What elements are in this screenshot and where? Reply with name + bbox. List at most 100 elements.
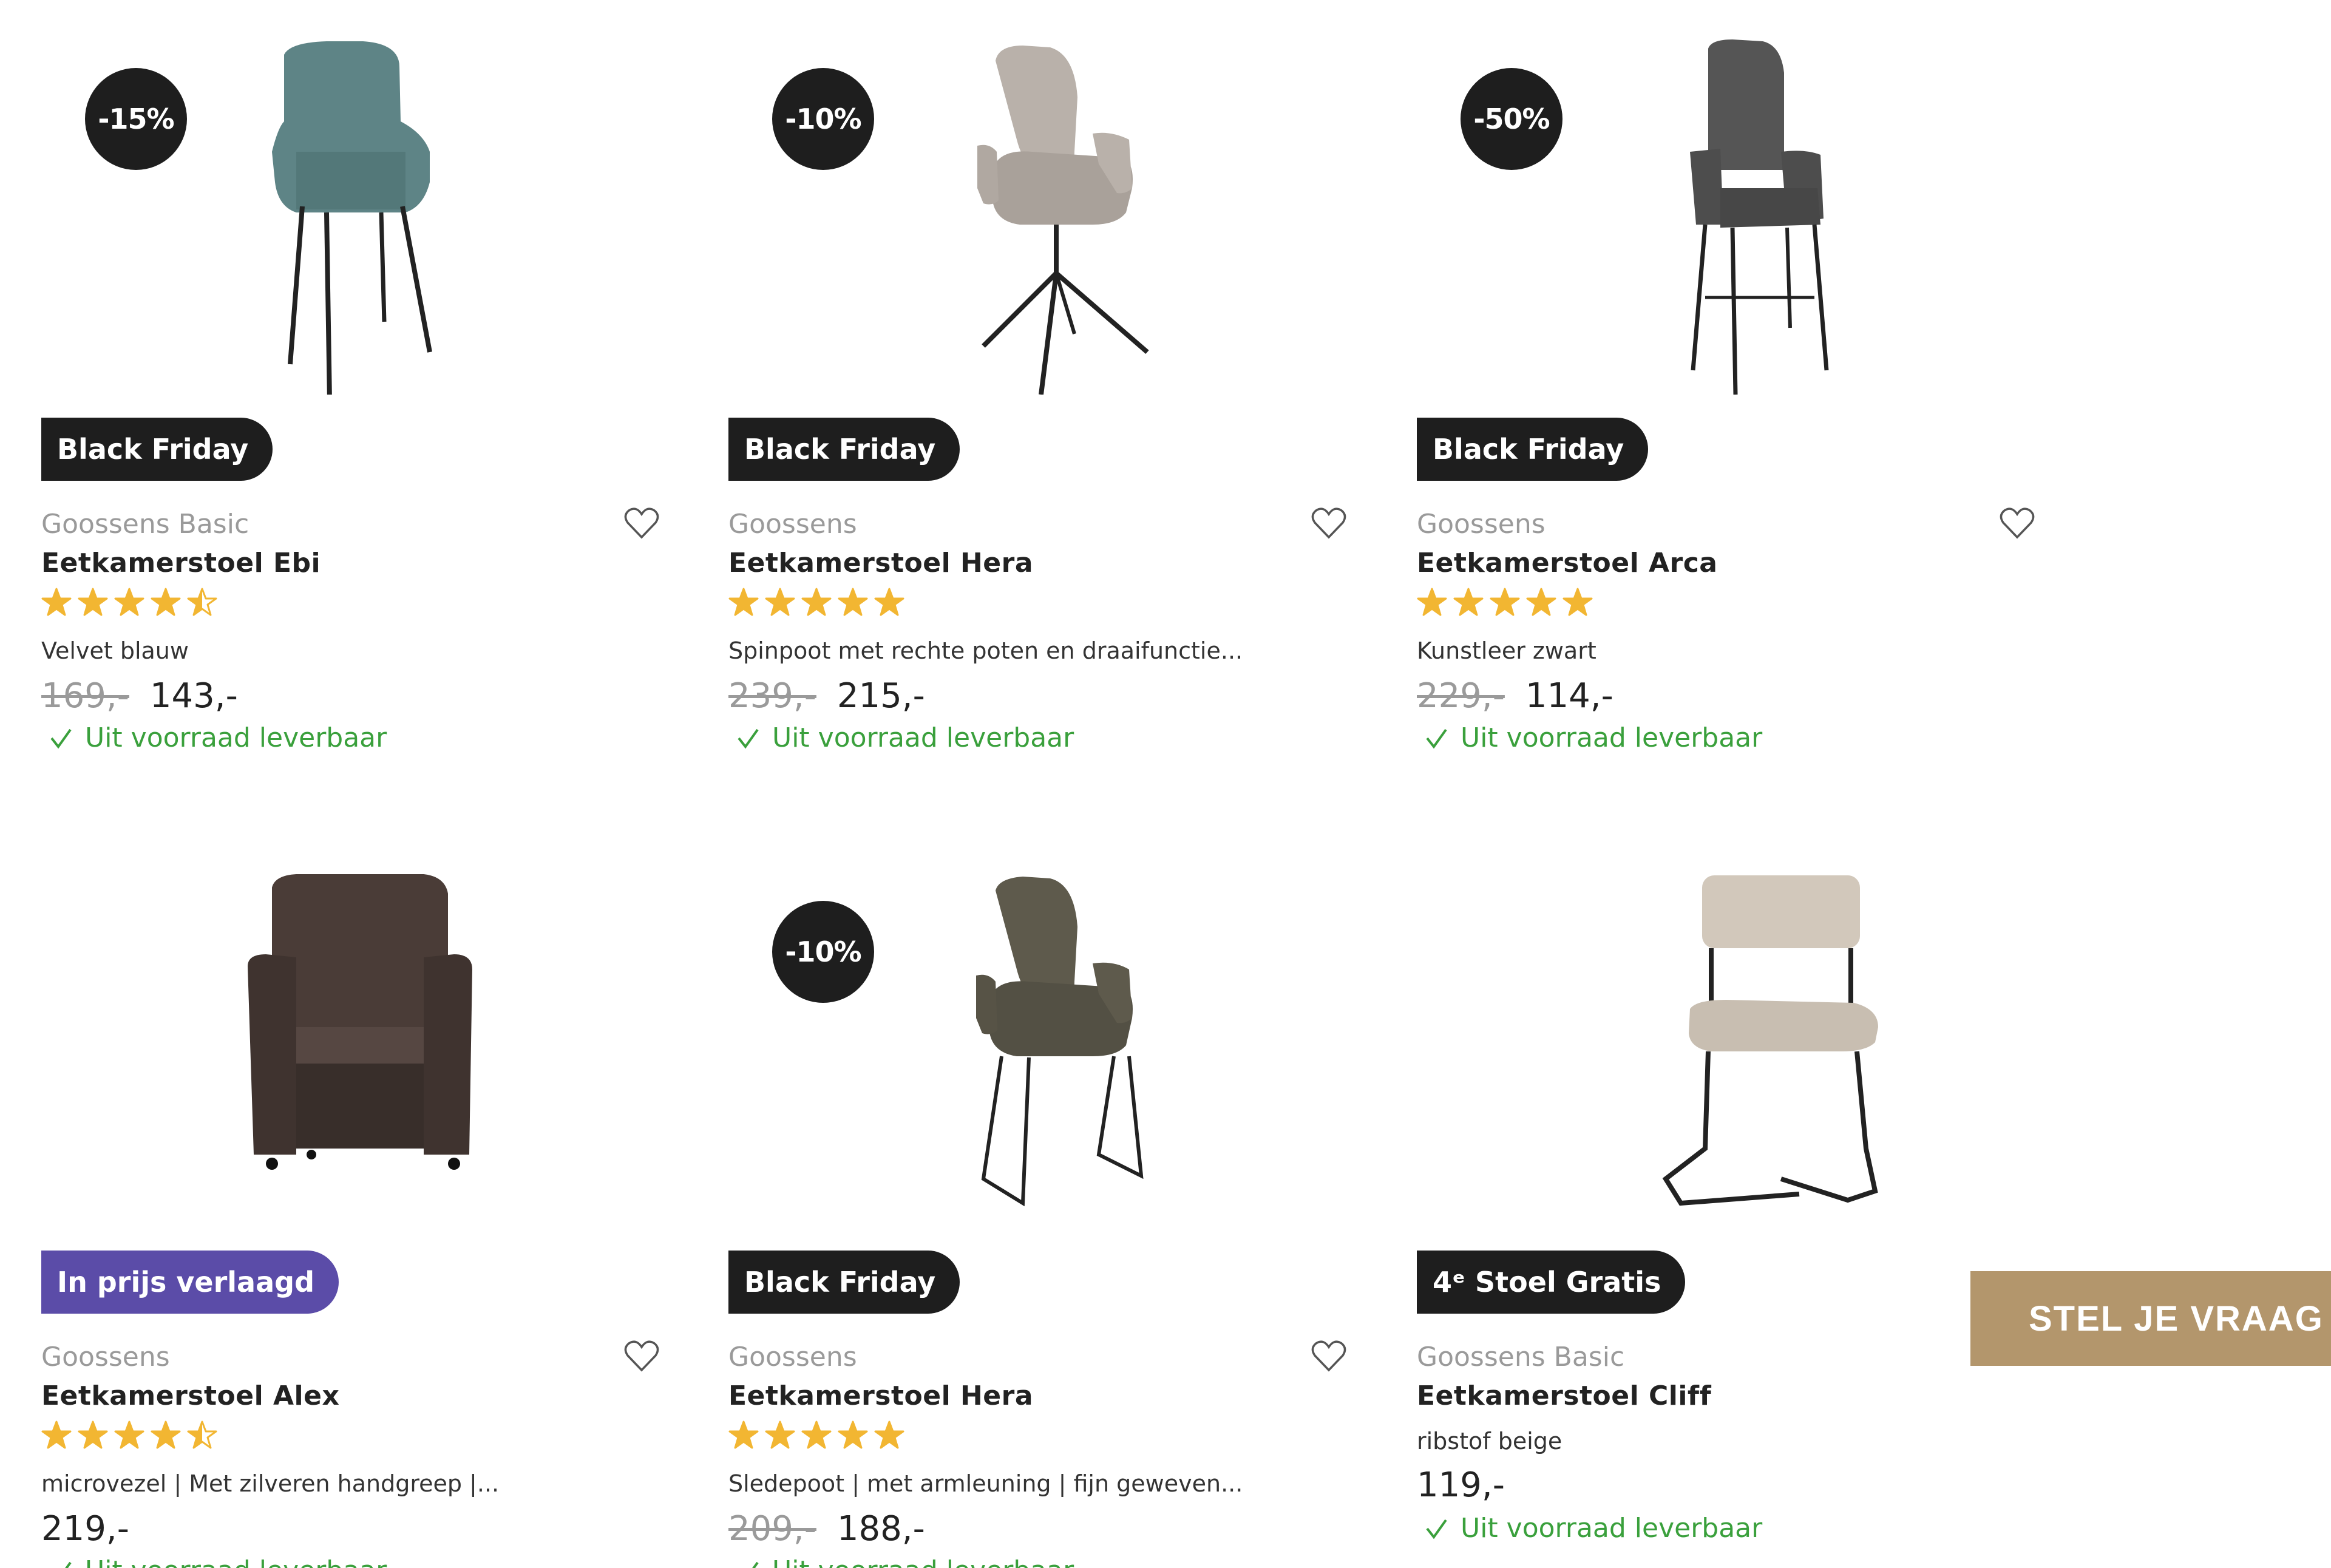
product-description: microvezel | Met zilveren handgreep |... — [41, 1470, 500, 1497]
product-description: Velvet blauw — [41, 637, 189, 664]
leather-chair-image[interactable] — [1581, 30, 1909, 395]
product-image[interactable]: -10% — [728, 0, 1384, 395]
stock-label: Uit voorraad leverbaar — [772, 1555, 1074, 1568]
product-name[interactable]: Eetkamerstoel Ebi — [41, 548, 321, 579]
price-block: 209,- 188,- — [728, 1509, 925, 1549]
star-full-icon — [1562, 588, 1593, 616]
product-name[interactable]: Eetkamerstoel Alex — [41, 1380, 339, 1411]
stock-label: Uit voorraad leverbaar — [772, 722, 1074, 753]
price-block: 239,- 215,- — [728, 676, 925, 716]
checkmark-icon — [752, 1561, 759, 1568]
price-block: 219,- — [41, 1509, 129, 1549]
heart-icon[interactable] — [624, 1340, 659, 1373]
rating-stars — [41, 588, 217, 622]
price-block: 169,- 143,- — [41, 676, 238, 716]
current-price: 119,- — [1417, 1465, 1505, 1505]
promo-badge: Black Friday — [1417, 418, 1649, 481]
product-image[interactable]: -10% — [728, 833, 1384, 1207]
brand-name: Goossens — [728, 1342, 857, 1373]
product-description: ribstof beige — [1417, 1428, 1562, 1454]
brand-name: Goossens — [41, 1342, 170, 1373]
product-card[interactable]: -15% Black Friday Goossens Basic Eetkame… — [41, 0, 697, 789]
promo-badge: Black Friday — [728, 418, 960, 481]
product-image[interactable]: -50% — [1417, 0, 2072, 395]
star-full-icon — [838, 1420, 868, 1449]
old-price: 239,- — [728, 676, 816, 716]
checkmark-icon — [1426, 1519, 1447, 1539]
swivel-chair-image[interactable] — [892, 30, 1220, 395]
checkmark-icon — [1426, 728, 1447, 748]
star-full-icon — [151, 1420, 181, 1449]
sled-chair-image[interactable] — [892, 863, 1220, 1227]
product-name[interactable]: Eetkamerstoel Hera — [728, 1380, 1033, 1411]
star-full-icon — [78, 1420, 108, 1449]
stock-status: Uit voorraad leverbaar — [1424, 1513, 1762, 1544]
star-full-icon — [1526, 588, 1556, 616]
star-full-icon — [728, 1420, 759, 1449]
stock-status: Uit voorraad leverbaar — [736, 1555, 1074, 1568]
product-image[interactable] — [1417, 833, 2072, 1206]
stock-status: Uit voorraad leverbaar — [736, 722, 1074, 753]
product-image[interactable] — [41, 833, 697, 1197]
heart-icon[interactable] — [2000, 507, 2035, 540]
brand-name: Goossens Basic — [41, 509, 249, 540]
discount-badge: -50% — [1461, 68, 1562, 170]
product-name[interactable]: Eetkamerstoel Cliff — [1417, 1380, 1711, 1411]
product-card[interactable]: 4ᵉ Stoel Gratis Goossens Basic Eetkamers… — [1417, 833, 2072, 1568]
rating-stars — [728, 1420, 904, 1454]
product-image[interactable]: -15% — [41, 0, 697, 395]
product-card[interactable]: -50% Black Friday Goossens Eetkamerstoel… — [1417, 0, 2072, 789]
star-full-icon — [838, 588, 868, 616]
product-description: Sledepoot | met armleuning | fijn geweve… — [728, 1470, 1243, 1497]
product-card[interactable]: -10% Black Friday Goossens Eetkamerstoel… — [728, 0, 1384, 789]
stock-status: Uit voorraad leverbaar — [1424, 722, 1762, 753]
checkmark-icon — [738, 728, 759, 748]
star-full-icon — [41, 588, 72, 616]
heart-icon[interactable] — [1311, 1340, 1346, 1373]
heart-icon[interactable] — [1311, 507, 1346, 540]
star-full-icon — [801, 1420, 832, 1449]
product-card[interactable]: -10% Black Friday Goossens Eetkamerstoel… — [728, 833, 1384, 1568]
price-block: 119,- — [1417, 1465, 1505, 1505]
rating-stars — [728, 588, 904, 622]
current-price: 215,- — [836, 676, 925, 716]
star-full-icon — [78, 588, 108, 616]
promo-badge: In prijs verlaagd — [41, 1251, 339, 1314]
stock-label: Uit voorraad leverbaar — [85, 722, 387, 753]
rating-stars — [1417, 588, 1593, 622]
stock-label: Uit voorraad leverbaar — [1461, 1513, 1763, 1544]
current-price: 114,- — [1525, 676, 1613, 716]
product-description: Spinpoot met rechte poten en draaifuncti… — [728, 637, 1243, 664]
cantilever-chair-image[interactable] — [1581, 863, 1909, 1227]
star-full-icon — [765, 588, 795, 616]
heart-icon[interactable] — [624, 507, 659, 540]
product-description: Kunstleer zwart — [1417, 637, 1596, 664]
armchair-velvet-image[interactable] — [205, 30, 533, 395]
star-full-icon — [1417, 588, 1447, 616]
promo-badge: 4ᵉ Stoel Gratis — [1417, 1251, 1686, 1314]
star-full-icon — [801, 588, 832, 616]
product-grid-page: -15% Black Friday Goossens Basic Eetkame… — [0, 0, 2331, 1568]
club-armchair-image[interactable] — [205, 863, 533, 1227]
product-name[interactable]: Eetkamerstoel Hera — [728, 548, 1033, 579]
product-card[interactable]: In prijs verlaagd Goossens Eetkamerstoel… — [41, 833, 697, 1568]
promo-badge: Black Friday — [728, 1251, 960, 1314]
discount-badge: -10% — [772, 68, 874, 170]
old-price: 169,- — [41, 676, 129, 716]
star-full-icon — [114, 1420, 144, 1449]
stock-status: Uit voorraad leverbaar — [49, 1555, 387, 1568]
old-price: 209,- — [728, 1509, 816, 1549]
price-block: 229,- 114,- — [1417, 676, 1613, 716]
star-full-icon — [728, 588, 759, 616]
star-full-icon — [874, 1420, 904, 1449]
checkmark-icon — [64, 1561, 72, 1568]
brand-name: Goossens — [1417, 509, 1546, 540]
star-full-icon — [151, 588, 181, 616]
star-full-icon — [114, 588, 144, 616]
star-half-icon — [187, 588, 217, 616]
current-price: 188,- — [836, 1509, 925, 1549]
ask-question-button[interactable]: STEL JE VRAAG — [1970, 1271, 2331, 1366]
current-price: 143,- — [149, 676, 238, 716]
star-full-icon — [874, 588, 904, 616]
product-name[interactable]: Eetkamerstoel Arca — [1417, 548, 1718, 579]
